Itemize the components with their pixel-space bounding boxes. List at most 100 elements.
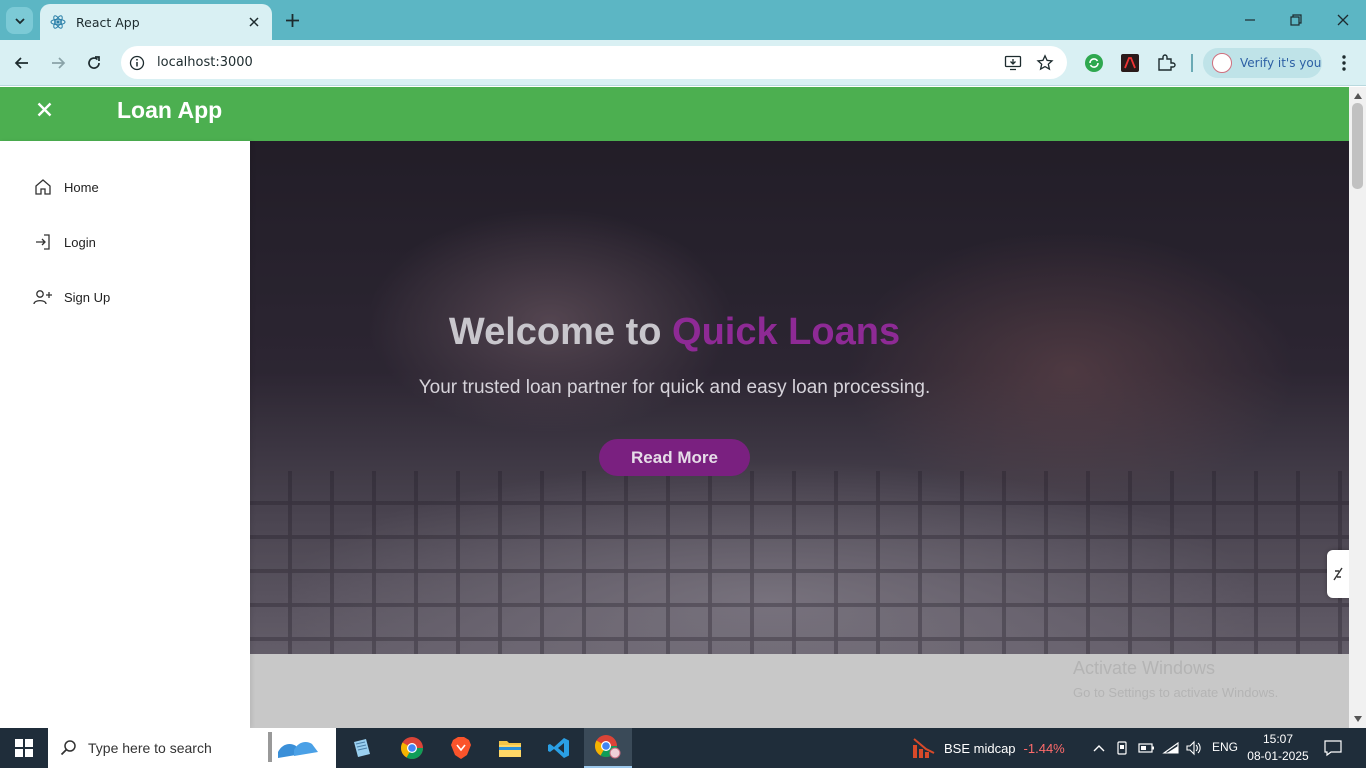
- sidebar: Home Login Sign Up: [0, 141, 250, 728]
- activate-windows-watermark: Activate Windows Go to Settings to activ…: [1073, 654, 1278, 700]
- app-header: Loan App: [0, 87, 1349, 141]
- verify-profile-button[interactable]: Verify it's you: [1203, 48, 1322, 78]
- search-icon: [60, 740, 76, 756]
- browser-menu-button[interactable]: [1334, 52, 1354, 74]
- taskbar-vscode[interactable]: [535, 728, 583, 768]
- folder-icon: [499, 741, 521, 757]
- minimize-button[interactable]: [1227, 8, 1273, 32]
- wifi-icon[interactable]: [1161, 738, 1181, 758]
- chevron-down-icon: [14, 17, 25, 24]
- collapse-icon: [1333, 567, 1343, 581]
- language-indicator[interactable]: ENG: [1212, 740, 1238, 754]
- chrome-icon: [401, 737, 423, 759]
- reload-button[interactable]: [82, 51, 106, 75]
- scroll-up-icon[interactable]: [1353, 91, 1362, 100]
- windows-logo-icon: [15, 739, 33, 757]
- notepad-icon: [354, 739, 370, 757]
- browser-toolbar: localhost:3000 Verify it's you: [0, 40, 1366, 86]
- notification-center-button[interactable]: [1322, 737, 1344, 759]
- taskbar-brave[interactable]: [437, 728, 485, 768]
- read-more-button[interactable]: Read More: [599, 439, 750, 476]
- notification-icon: [1324, 740, 1342, 757]
- avatar: [1212, 53, 1232, 73]
- search-highlight-shoes-icon: [267, 732, 318, 762]
- new-tab-button[interactable]: [282, 10, 302, 30]
- restore-button[interactable]: [1273, 8, 1319, 32]
- close-window-button[interactable]: [1320, 8, 1366, 32]
- taskbar-clock[interactable]: 15:07 08-01-2025: [1247, 732, 1309, 763]
- minimize-icon: [1245, 19, 1255, 21]
- install-app-icon[interactable]: [1003, 53, 1023, 73]
- battery-icon[interactable]: [1137, 738, 1157, 758]
- arrow-left-icon: [14, 57, 28, 69]
- more-vertical-icon: [1342, 55, 1346, 71]
- stock-widget[interactable]: BSE midcap -1.44%: [912, 728, 1065, 768]
- stock-widget-name: BSE midcap: [944, 740, 1016, 756]
- browser-tab[interactable]: React App: [40, 4, 272, 40]
- page-scrollbar[interactable]: [1349, 87, 1366, 728]
- hero-title: Welcome to Quick Loans: [250, 311, 1099, 354]
- scroll-down-icon[interactable]: [1353, 714, 1362, 723]
- taskbar-search[interactable]: Type here to search: [48, 728, 336, 768]
- tab-search-button[interactable]: [6, 7, 33, 34]
- reload-icon: [88, 56, 100, 69]
- toolbar-divider: [1191, 54, 1193, 72]
- sidebar-item-login[interactable]: Login: [33, 231, 96, 253]
- taskbar-search-placeholder: Type here to search: [88, 740, 212, 756]
- close-icon: [1337, 14, 1349, 26]
- clock-time: 15:07: [1262, 732, 1294, 746]
- clock-date: 08-01-2025: [1247, 749, 1309, 763]
- hero-subtitle: Your trusted loan partner for quick and …: [418, 377, 931, 398]
- login-icon: [33, 232, 53, 252]
- activate-subtitle: Go to Settings to activate Windows.: [1073, 685, 1279, 700]
- extension-sync-icon[interactable]: [1083, 52, 1105, 74]
- plus-icon: [285, 13, 299, 27]
- hero-title-accent: Quick Loans: [672, 311, 901, 353]
- sidebar-item-label: Sign Up: [64, 289, 111, 305]
- taskbar-notepad[interactable]: [338, 728, 386, 768]
- vscode-icon: [548, 738, 569, 758]
- volume-icon[interactable]: [1184, 738, 1204, 758]
- sidebar-item-label: Home: [64, 179, 99, 195]
- windows-taskbar: Type here to search BSE midcap -1.44% EN…: [0, 728, 1366, 768]
- app-title: Loan App: [117, 97, 223, 123]
- taskbar-file-explorer[interactable]: [486, 728, 534, 768]
- address-bar[interactable]: localhost:3000: [121, 46, 1067, 79]
- tray-overflow-icon[interactable]: [1089, 738, 1109, 758]
- arrow-right-icon: [52, 57, 66, 69]
- brave-icon: [451, 737, 471, 759]
- home-icon: [33, 177, 53, 197]
- tab-title: React App: [76, 14, 140, 30]
- stock-widget-value: -1.44%: [1023, 740, 1065, 756]
- hero-section: Welcome to Quick Loans Your trusted loan…: [250, 141, 1349, 654]
- below-hero-section: Activate Windows Go to Settings to activ…: [250, 654, 1349, 728]
- back-button[interactable]: [10, 51, 34, 75]
- user-plus-icon: [33, 287, 53, 307]
- chrome-profile-icon: [595, 735, 621, 759]
- browser-tabstrip: React App: [0, 0, 1366, 40]
- side-panel-toggle[interactable]: [1327, 550, 1349, 598]
- sidebar-item-signup[interactable]: Sign Up: [33, 286, 110, 308]
- taskbar-chrome[interactable]: [388, 728, 436, 768]
- react-icon: [50, 15, 66, 29]
- tab-close-icon[interactable]: [246, 14, 262, 30]
- close-icon: [37, 102, 51, 116]
- start-button[interactable]: [0, 728, 48, 768]
- url-text: localhost:3000: [157, 55, 253, 70]
- taskbar-chrome-active[interactable]: [584, 728, 632, 768]
- extension-acrobat-icon[interactable]: [1119, 52, 1141, 74]
- site-info-icon[interactable]: [126, 52, 148, 74]
- menu-close-button[interactable]: [34, 99, 54, 119]
- scroll-thumb[interactable]: [1352, 103, 1363, 189]
- sidebar-item-home[interactable]: Home: [33, 176, 99, 198]
- hero-content: Welcome to Quick Loans Your trusted loan…: [250, 141, 1349, 654]
- meet-now-icon[interactable]: [1113, 738, 1133, 758]
- page-viewport: Loan App Home Login Sign Up Welcome to Q…: [0, 87, 1349, 728]
- sidebar-item-label: Login: [64, 234, 96, 250]
- extensions-puzzle-icon[interactable]: [1155, 52, 1177, 74]
- bookmark-star-icon[interactable]: [1035, 53, 1055, 73]
- stock-down-icon: [913, 738, 935, 758]
- forward-button[interactable]: [46, 51, 70, 75]
- verify-label: Verify it's you: [1240, 56, 1322, 70]
- activate-title: Activate Windows: [1073, 658, 1216, 678]
